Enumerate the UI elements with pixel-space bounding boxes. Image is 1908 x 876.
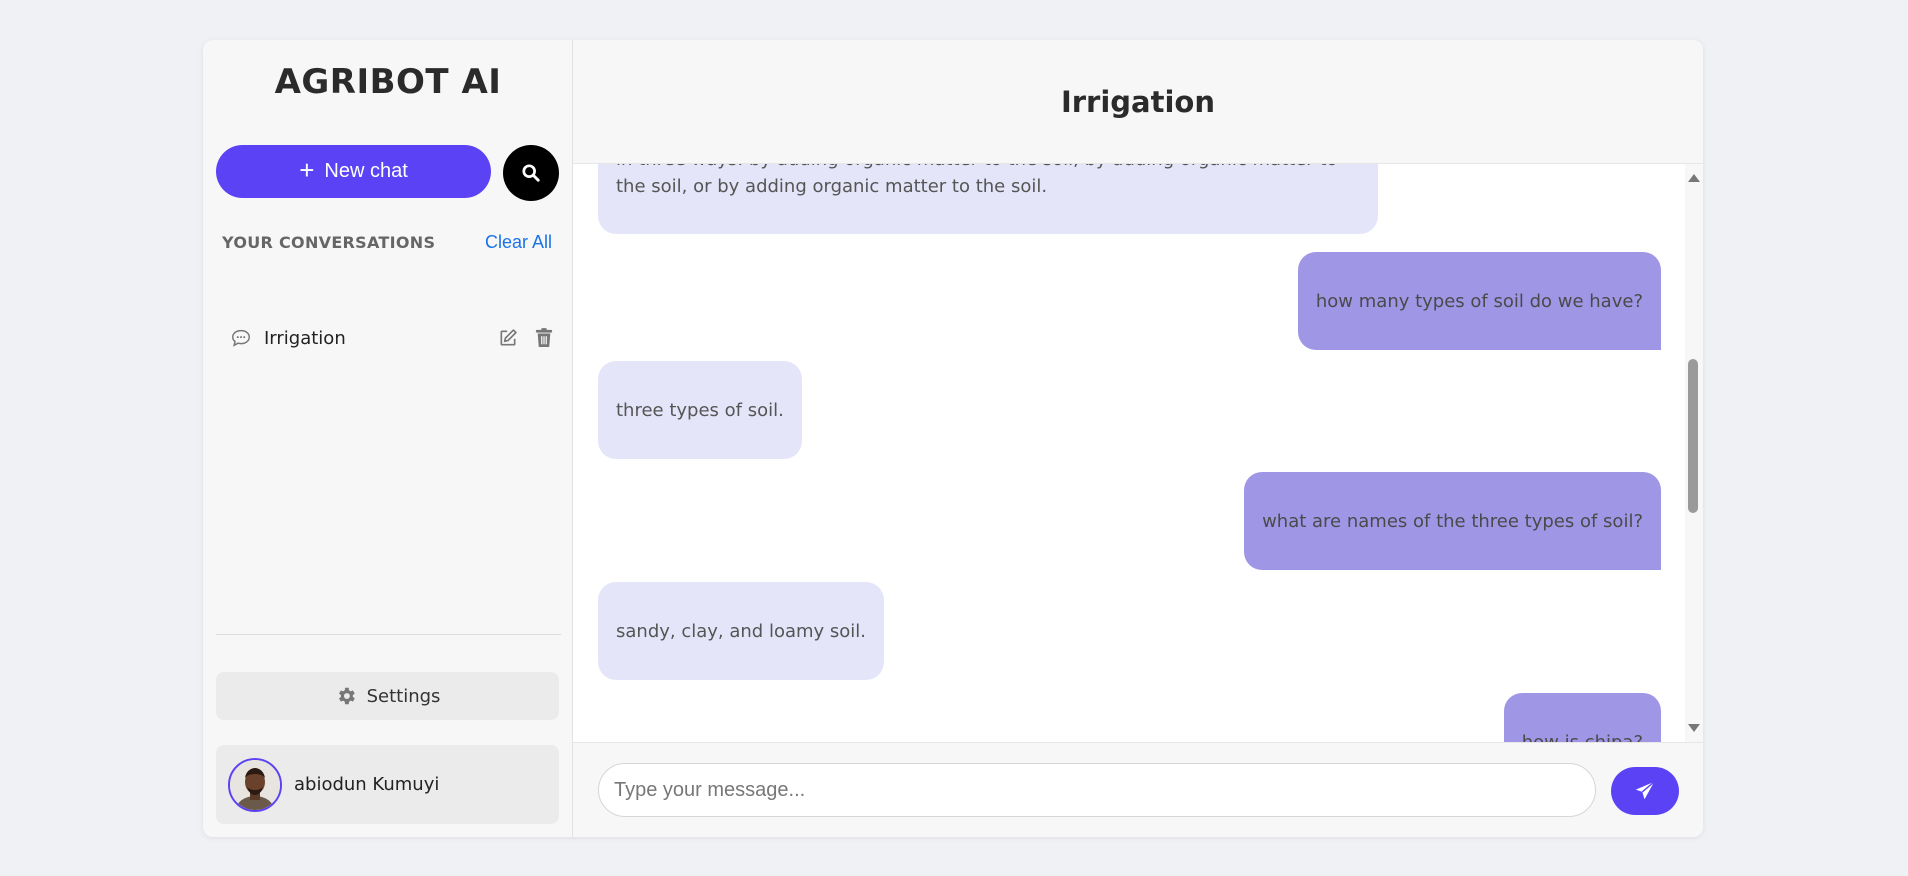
plus-icon: +: [299, 155, 315, 185]
settings-button[interactable]: Settings: [216, 672, 559, 720]
user-profile[interactable]: abiodun Kumuyi: [216, 745, 559, 824]
chat-bubble-icon: [232, 329, 250, 347]
conversations-header: YOUR CONVERSATIONS Clear All: [222, 232, 552, 253]
user-message: what are names of the three types of soi…: [1244, 472, 1661, 570]
clear-all-link[interactable]: Clear All: [485, 232, 552, 253]
send-button[interactable]: [1611, 767, 1679, 815]
message-scrollbar[interactable]: [1685, 164, 1703, 742]
bot-message: in three ways: by adding organic matter …: [598, 164, 1378, 234]
new-chat-button[interactable]: + New chat: [216, 145, 491, 198]
edit-conversation-button[interactable]: [497, 327, 519, 349]
conversations-title: YOUR CONVERSATIONS: [222, 233, 436, 252]
search-button[interactable]: [503, 145, 559, 201]
gear-icon: [338, 687, 355, 705]
user-message: how is chipa?: [1503, 693, 1661, 742]
chat-header: Irrigation: [573, 40, 1703, 164]
user-message: how many types of soil do we have?: [1297, 252, 1661, 350]
scroll-up-arrow-icon[interactable]: [1688, 174, 1700, 182]
search-icon: [522, 164, 540, 182]
bot-message: three types of soil.: [598, 361, 802, 459]
edit-icon: [500, 329, 517, 346]
message-list[interactable]: in three ways: by adding organic matter …: [573, 164, 1684, 742]
sidebar: AGRIBOT AI + New chat YOUR CONVERSATIONS…: [203, 40, 573, 837]
conversation-item-irrigation[interactable]: Irrigation: [220, 320, 555, 356]
sidebar-divider: [216, 634, 561, 635]
scroll-down-arrow-icon[interactable]: [1688, 724, 1700, 732]
settings-label: Settings: [366, 685, 441, 707]
trash-icon: [535, 328, 553, 347]
app-window: AGRIBOT AI + New chat YOUR CONVERSATIONS…: [203, 40, 1703, 837]
chat-panel: Irrigation in three ways: by adding orga…: [573, 40, 1703, 837]
message-composer: [573, 742, 1703, 837]
new-chat-label: New chat: [324, 160, 408, 182]
avatar: [228, 757, 282, 812]
brand-title: AGRIBOT AI: [274, 62, 502, 102]
chat-title: Irrigation: [1060, 84, 1216, 119]
conversation-label: Irrigation: [264, 327, 346, 349]
bot-message: sandy, clay, and loamy soil.: [598, 582, 885, 680]
scroll-thumb[interactable]: [1688, 359, 1698, 513]
message-input[interactable]: [598, 763, 1596, 817]
user-name: abiodun Kumuyi: [294, 774, 440, 795]
paper-plane-icon: [1635, 781, 1655, 800]
delete-conversation-button[interactable]: [533, 327, 555, 349]
